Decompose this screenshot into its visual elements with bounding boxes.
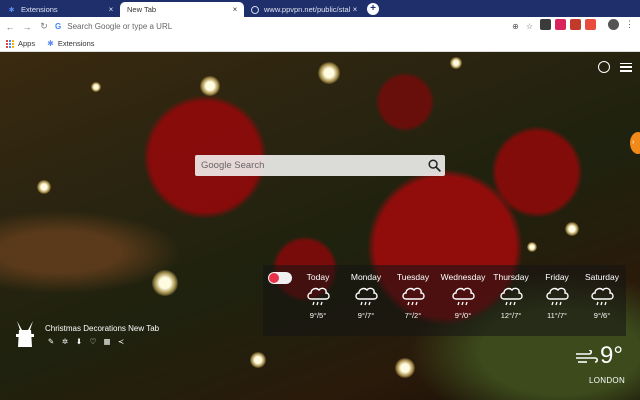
current-temperature: 9° bbox=[600, 342, 623, 369]
toggle-knob bbox=[269, 273, 279, 283]
light-bokeh bbox=[527, 242, 537, 252]
heart-icon[interactable]: ♡ bbox=[89, 338, 97, 346]
top-right-controls bbox=[598, 61, 632, 73]
rain-cloud-icon bbox=[355, 287, 378, 306]
tab-title: www.ppvpn.net/public/stall/C bbox=[264, 5, 350, 14]
profile-avatar[interactable] bbox=[608, 19, 619, 30]
rain-cloud-icon bbox=[452, 287, 475, 306]
extension-icon[interactable] bbox=[570, 19, 581, 30]
rain-cloud-icon bbox=[307, 287, 330, 306]
bookmark-apps[interactable]: Apps bbox=[6, 39, 35, 48]
menu-icon[interactable]: ⋮ bbox=[625, 19, 634, 30]
forecast-day: Wednesday 9°/0° bbox=[437, 272, 489, 320]
bookmark-extensions[interactable]: ✱ Extensions bbox=[47, 39, 94, 48]
search-button[interactable] bbox=[423, 155, 445, 176]
light-bokeh bbox=[200, 76, 220, 96]
day-temperatures: 7°/2° bbox=[404, 311, 422, 320]
light-bokeh bbox=[318, 62, 340, 84]
puzzle-icon: ✱ bbox=[8, 6, 15, 14]
reload-button[interactable]: ↻ bbox=[37, 20, 51, 34]
tab-ppvpn[interactable]: www.ppvpn.net/public/stall/C × bbox=[244, 2, 364, 17]
share-icon[interactable]: ≺ bbox=[117, 338, 125, 346]
apps-grid-icon bbox=[6, 39, 14, 48]
light-bokeh bbox=[250, 352, 266, 368]
forecast-day: Saturday 9°/6° bbox=[576, 272, 628, 320]
day-name: Monday bbox=[350, 272, 382, 282]
forecast-day: Thursday 12°/7° bbox=[485, 272, 537, 320]
weather-forecast-panel: Today 9°/5° Monday 9°/7° Tuesday 7°/2° Wednesd… bbox=[263, 265, 626, 336]
new-tab-button[interactable]: + bbox=[367, 3, 379, 15]
download-icon[interactable]: ⬇ bbox=[75, 338, 83, 346]
day-name: Saturday bbox=[584, 272, 620, 282]
search-input[interactable] bbox=[195, 155, 423, 176]
close-icon[interactable]: × bbox=[106, 5, 116, 14]
forward-button[interactable]: → bbox=[20, 20, 34, 34]
tab-bar: ✱ Extensions × New Tab × www.ppvpn.net/p… bbox=[0, 0, 640, 17]
city-name: LONDON bbox=[589, 376, 626, 385]
google-icon: G bbox=[55, 22, 62, 31]
refresh-wallpaper-icon[interactable] bbox=[598, 61, 610, 73]
day-temperatures: 9°/5° bbox=[309, 311, 327, 320]
day-name: Wednesday bbox=[440, 272, 486, 282]
location-icon[interactable]: ⊕ bbox=[512, 22, 519, 31]
rain-cloud-icon bbox=[591, 287, 614, 306]
side-panel-tab[interactable]: › bbox=[630, 132, 640, 154]
day-name: Tuesday bbox=[396, 272, 430, 282]
rain-cloud-icon bbox=[402, 287, 425, 306]
current-weather[interactable]: 9° LONDON bbox=[572, 342, 632, 385]
bookmark-label: Apps bbox=[18, 39, 36, 48]
puzzle-icon: ✱ bbox=[47, 39, 54, 48]
grid-icon[interactable]: ▦ bbox=[103, 338, 111, 346]
search-icon bbox=[427, 159, 441, 172]
rain-cloud-icon bbox=[500, 287, 523, 306]
day-name: Today bbox=[306, 272, 330, 282]
day-temperatures: 12°/7° bbox=[500, 311, 522, 320]
light-bokeh bbox=[37, 180, 51, 194]
hamburger-menu-icon[interactable] bbox=[620, 62, 632, 72]
wind-icon bbox=[576, 350, 599, 363]
globe-icon bbox=[251, 5, 259, 14]
tab-new-tab[interactable]: New Tab × bbox=[120, 2, 244, 17]
day-name: Thursday bbox=[493, 272, 529, 282]
bookmarks-bar: Apps ✱ Extensions bbox=[0, 36, 640, 52]
forecast-day: Monday 9°/7° bbox=[340, 272, 392, 320]
light-bokeh bbox=[395, 358, 415, 378]
forecast-day: Tuesday 7°/2° bbox=[387, 272, 439, 320]
day-temperatures: 9°/0° bbox=[454, 311, 472, 320]
star-icon[interactable]: ☆ bbox=[526, 22, 533, 31]
weather-toggle[interactable] bbox=[268, 272, 292, 284]
magic-hat-logo bbox=[16, 321, 34, 347]
new-tab-page: › Today 9°/5° Monday 9°/7° Tuesday 7°/2° Wedne… bbox=[0, 52, 640, 400]
extension-icon[interactable] bbox=[555, 19, 566, 30]
address-bar[interactable]: G Search Google or type a URL ⊕ ☆ bbox=[55, 19, 533, 34]
brand-toolbar: ✎ ✲ ⬇ ♡ ▦ ≺ bbox=[47, 338, 125, 346]
tab-title: Extensions bbox=[21, 5, 58, 14]
light-bokeh bbox=[450, 57, 462, 69]
bookmark-label: Extensions bbox=[57, 39, 95, 48]
search-box bbox=[195, 155, 445, 176]
light-bokeh bbox=[565, 222, 579, 236]
back-button[interactable]: ← bbox=[3, 20, 17, 34]
gear-icon[interactable]: ✲ bbox=[61, 338, 69, 346]
extension-title: Christmas Decorations New Tab bbox=[45, 324, 160, 333]
tab-extensions[interactable]: ✱ Extensions × bbox=[0, 2, 120, 17]
day-temperatures: 9°/7° bbox=[357, 311, 375, 320]
forecast-day: Today 9°/5° bbox=[292, 272, 344, 320]
extension-icon[interactable] bbox=[540, 19, 551, 30]
wrench-icon[interactable]: ✎ bbox=[47, 338, 55, 346]
close-icon[interactable]: × bbox=[230, 5, 240, 14]
day-temperatures: 9°/6° bbox=[593, 311, 611, 320]
browser-toolbar: ← → ↻ G Search Google or type a URL ⊕ ☆ … bbox=[0, 17, 640, 36]
tab-title: New Tab bbox=[127, 5, 157, 14]
address-placeholder: Search Google or type a URL bbox=[67, 22, 173, 31]
extension-icon[interactable] bbox=[585, 19, 596, 30]
light-bokeh bbox=[152, 270, 178, 296]
extension-icons bbox=[540, 19, 596, 30]
light-bokeh bbox=[91, 82, 101, 92]
rain-cloud-icon bbox=[546, 287, 569, 306]
close-icon[interactable]: × bbox=[350, 5, 360, 14]
